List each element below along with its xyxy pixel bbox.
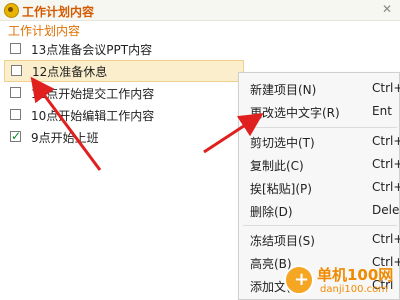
task-checkbox[interactable]: [10, 87, 21, 98]
menu-separator: [243, 225, 397, 226]
app-window: 工作计划内容 ✕ 工作计划内容 13点准备会议PPT内容 12点准备休息 11点…: [0, 0, 400, 300]
task-checkbox[interactable]: [10, 109, 21, 120]
window-title: 工作计划内容: [22, 5, 95, 19]
menu-item-new[interactable]: 新建项目(N) Ctrl+: [239, 77, 400, 100]
menu-item-label: 更改选中文字(R): [250, 106, 340, 120]
menu-item-label: 删除(D): [250, 205, 293, 219]
watermark-logo-icon: [284, 265, 314, 295]
task-label: 9点开始上班: [31, 131, 99, 145]
task-label: 11点开始提交工作内容: [31, 87, 155, 101]
menu-item-shortcut: Ctrl+: [372, 157, 400, 171]
close-button[interactable]: ✕: [380, 2, 394, 16]
menu-item-paste[interactable]: 挨[粘贴](P) Ctrl+: [239, 176, 400, 199]
menu-item-shortcut: Ctrl+: [372, 81, 400, 95]
task-label: 10点开始编辑工作内容: [31, 109, 155, 123]
menu-item-shortcut: Ctrl+: [372, 232, 400, 246]
menu-item-copy[interactable]: 复制此(C) Ctrl+: [239, 153, 400, 176]
watermark-title: 单机100网: [317, 266, 394, 284]
list-header: 工作计划内容: [8, 24, 81, 38]
menu-item-cut[interactable]: 剪切选中(T) Ctrl+: [239, 130, 400, 153]
task-checkbox[interactable]: [10, 43, 21, 54]
menu-item-shortcut: Ctrl+: [372, 180, 400, 194]
watermark: 单机100网 danji100.com: [284, 262, 400, 300]
menu-separator: [243, 127, 397, 128]
title-bar: 工作计划内容 ✕: [0, 0, 400, 21]
menu-item-delete[interactable]: 删除(D) Dele: [239, 199, 400, 222]
menu-item-label: 复制此(C): [250, 159, 304, 173]
menu-item-label: 挨[粘贴](P): [250, 182, 312, 196]
watermark-url: danji100.com: [320, 284, 388, 295]
task-checkbox-checked[interactable]: [10, 129, 21, 143]
menu-item-label: 新建项目(N): [250, 83, 317, 97]
task-item[interactable]: 13点准备会议PPT内容: [0, 38, 400, 60]
menu-item-freeze[interactable]: 冻结项目(S) Ctrl+: [239, 228, 400, 251]
app-logo-icon: [4, 3, 19, 18]
task-label: 12点准备休息: [32, 65, 108, 79]
task-item-selected[interactable]: 12点准备休息: [4, 60, 244, 82]
menu-item-label: 冻结项目(S): [250, 234, 315, 248]
menu-item-shortcut: Dele: [372, 203, 400, 217]
menu-item-shortcut: Ent: [372, 104, 392, 118]
menu-item-label: 剪切选中(T): [250, 136, 315, 150]
menu-item-shortcut: Ctrl+: [372, 134, 400, 148]
menu-item-rename[interactable]: 更改选中文字(R) Ent: [239, 100, 400, 123]
task-label: 13点准备会议PPT内容: [31, 43, 153, 57]
task-checkbox[interactable]: [11, 65, 22, 76]
